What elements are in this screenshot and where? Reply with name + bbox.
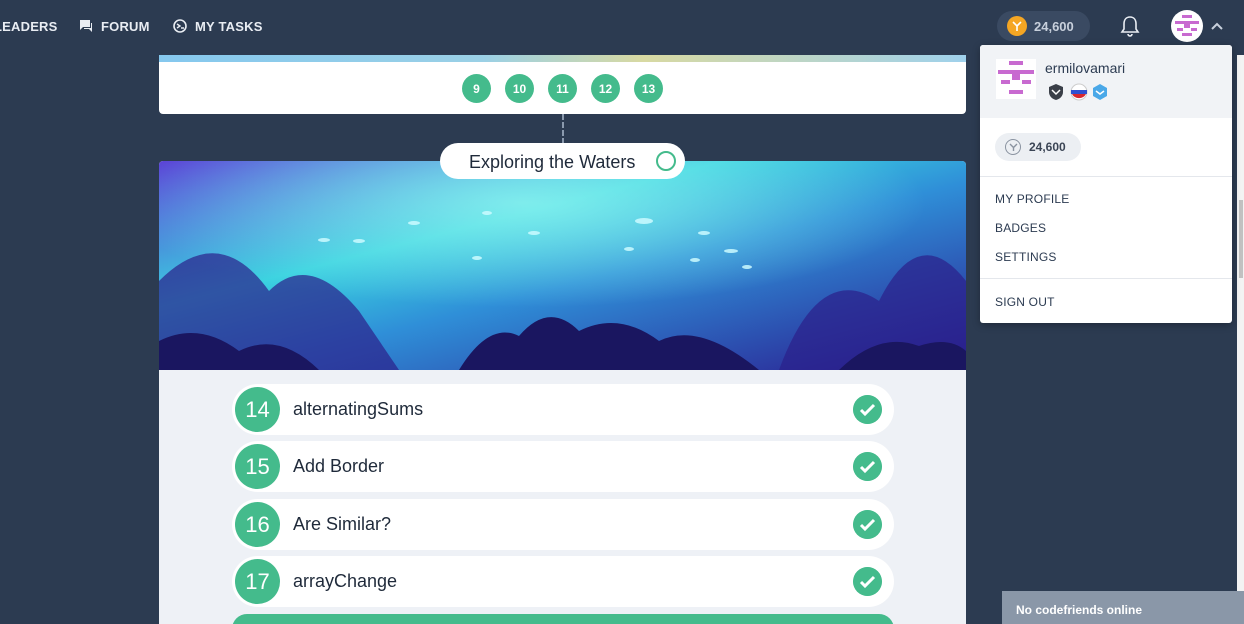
scrollbar-thumb[interactable] bbox=[1239, 200, 1243, 278]
dropdown-username: ermilovamari bbox=[1045, 60, 1126, 76]
previous-chapter-panel: 9 10 11 12 13 bbox=[159, 55, 966, 114]
task-number: 14 bbox=[235, 387, 280, 432]
codefriends-panel[interactable]: No codefriends online bbox=[1002, 591, 1244, 624]
settings-link[interactable]: SETTINGS bbox=[995, 250, 1057, 264]
task-row[interactable]: 16 Are Similar? bbox=[232, 499, 894, 550]
bell-icon[interactable] bbox=[1118, 14, 1142, 38]
level-node[interactable]: 10 bbox=[505, 74, 534, 103]
level-node[interactable]: 9 bbox=[462, 74, 491, 103]
forum-icon bbox=[80, 20, 92, 32]
nav-leaders-label: LEADERS bbox=[0, 18, 58, 34]
task-number: 15 bbox=[235, 444, 280, 489]
codefriends-status: No codefriends online bbox=[1016, 603, 1143, 617]
nav-my-tasks[interactable]: MY TASKS bbox=[173, 18, 263, 34]
chapter-panel: 14 alternatingSums 15 Add Border 16 Are … bbox=[159, 161, 966, 624]
coins-value: 24,600 bbox=[1034, 18, 1074, 34]
current-task-row[interactable] bbox=[232, 614, 894, 624]
nav-forum[interactable]: FORUM bbox=[79, 18, 150, 34]
user-dropdown: ermilovamari 24,600 MY PROFILE BADGES SE… bbox=[980, 45, 1232, 323]
dropdown-coins: 24,600 bbox=[995, 133, 1081, 161]
divider bbox=[980, 176, 1232, 177]
task-name: Are Similar? bbox=[293, 514, 392, 534]
task-name: arrayChange bbox=[293, 571, 398, 591]
codesignal-badge-icon[interactable] bbox=[1091, 83, 1109, 101]
dropdown-header: ermilovamari bbox=[980, 45, 1232, 118]
level-node[interactable]: 12 bbox=[591, 74, 620, 103]
task-row[interactable]: 15 Add Border bbox=[232, 441, 894, 492]
task-number: 16 bbox=[235, 502, 280, 547]
scrollbar-track[interactable] bbox=[1237, 55, 1244, 624]
dropdown-coins-value: 24,600 bbox=[1029, 140, 1066, 154]
checkmark-icon bbox=[853, 395, 882, 424]
chevron-up-icon[interactable] bbox=[1207, 17, 1227, 35]
flag-badge-icon[interactable] bbox=[1070, 83, 1088, 101]
underwater-banner bbox=[159, 161, 966, 370]
level-node[interactable]: 11 bbox=[548, 74, 577, 103]
task-name: Add Border bbox=[293, 456, 385, 476]
shield-badge-icon[interactable] bbox=[1047, 83, 1065, 101]
progress-ring-icon bbox=[656, 151, 676, 171]
coin-outline-icon bbox=[1005, 139, 1021, 155]
chapter-title: Exploring the Waters bbox=[469, 152, 636, 172]
sign-out-link[interactable]: SIGN OUT bbox=[995, 295, 1055, 309]
level-node[interactable]: 13 bbox=[634, 74, 663, 103]
task-number: 17 bbox=[235, 559, 280, 604]
coin-icon bbox=[1007, 16, 1027, 36]
divider bbox=[980, 278, 1232, 279]
my-profile-link[interactable]: MY PROFILE bbox=[995, 192, 1069, 206]
checkmark-icon bbox=[853, 567, 882, 596]
task-row[interactable]: 17 arrayChange bbox=[232, 556, 894, 607]
checkmark-icon bbox=[853, 510, 882, 539]
nav-my-tasks-label: MY TASKS bbox=[195, 18, 263, 34]
user-avatar[interactable] bbox=[1171, 10, 1203, 42]
nav-leaders[interactable]: LEADERS bbox=[0, 18, 58, 34]
avatar-pattern-icon bbox=[1175, 15, 1199, 36]
tasks-icon bbox=[173, 19, 187, 33]
chapter-banner-strip bbox=[159, 55, 966, 62]
task-row[interactable]: 14 alternatingSums bbox=[232, 384, 894, 435]
task-name: alternatingSums bbox=[293, 399, 424, 419]
checkmark-icon bbox=[853, 452, 882, 481]
badges-link[interactable]: BADGES bbox=[995, 221, 1046, 235]
nav-forum-label: FORUM bbox=[101, 18, 150, 34]
user-avatar-large[interactable] bbox=[996, 59, 1036, 99]
chapter-connector bbox=[562, 114, 564, 144]
chapter-title-pill: Exploring the Waters bbox=[440, 143, 685, 179]
coins-display[interactable]: 24,600 bbox=[997, 11, 1090, 41]
